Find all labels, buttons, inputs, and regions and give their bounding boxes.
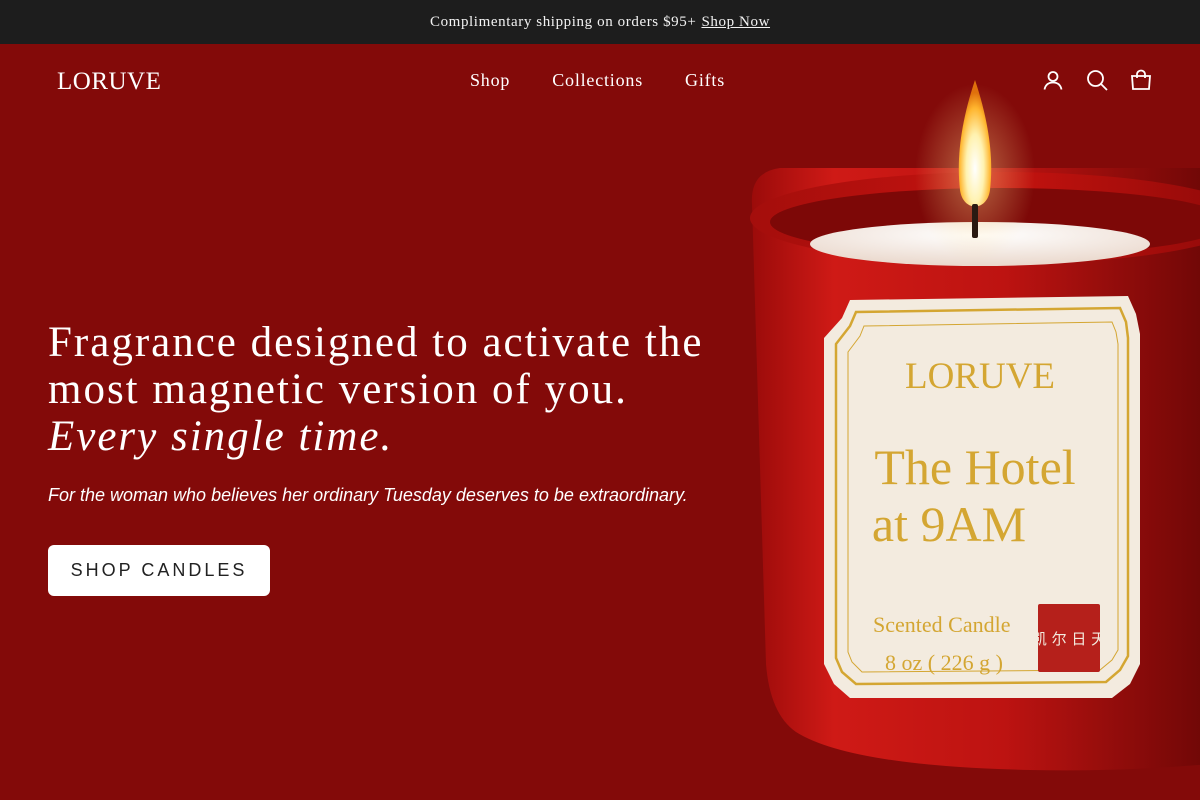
account-icon[interactable] (1042, 69, 1064, 91)
headline-italic: Every single time. (48, 413, 394, 460)
site-logo[interactable]: LORUVE (57, 68, 161, 96)
nav-collections[interactable]: Collections (552, 70, 643, 91)
announcement-text: Complimentary shipping on orders $95+ (429, 13, 697, 30)
nav-shop[interactable]: Shop (470, 70, 510, 91)
label-name-line2: at 9AM (872, 496, 1026, 552)
shop-now-link[interactable]: Shop Now (701, 14, 770, 31)
search-icon[interactable] (1086, 69, 1108, 91)
shop-candles-button[interactable]: SHOP CANDLES (48, 545, 270, 596)
hero-section: LORUVE The Hotel at 9AM Scented Candle 8… (0, 44, 1200, 800)
main-nav: Shop Collections Gifts (470, 70, 725, 91)
hero-subheading: For the woman who believes her ordinary … (48, 485, 688, 505)
label-name-line1: The Hotel (874, 439, 1075, 495)
hero-headline: Fragrance designed to activate the most … (48, 319, 728, 460)
label-type: Scented Candle (873, 612, 1010, 637)
headline-main: Fragrance designed to activate the most … (48, 319, 704, 413)
seal-text: 凯 尔 日 天 (1032, 630, 1106, 648)
announcement-bar: Complimentary shipping on orders $95+ Sh… (0, 0, 1200, 44)
candle-product-image: LORUVE The Hotel at 9AM Scented Candle 8… (750, 80, 1200, 771)
cart-icon[interactable] (1130, 69, 1152, 91)
label-brand: LORUVE (905, 356, 1055, 397)
nav-gifts[interactable]: Gifts (685, 70, 725, 91)
header-icons (1042, 69, 1152, 91)
label-size: 8 oz ( 226 g ) (885, 650, 1003, 675)
